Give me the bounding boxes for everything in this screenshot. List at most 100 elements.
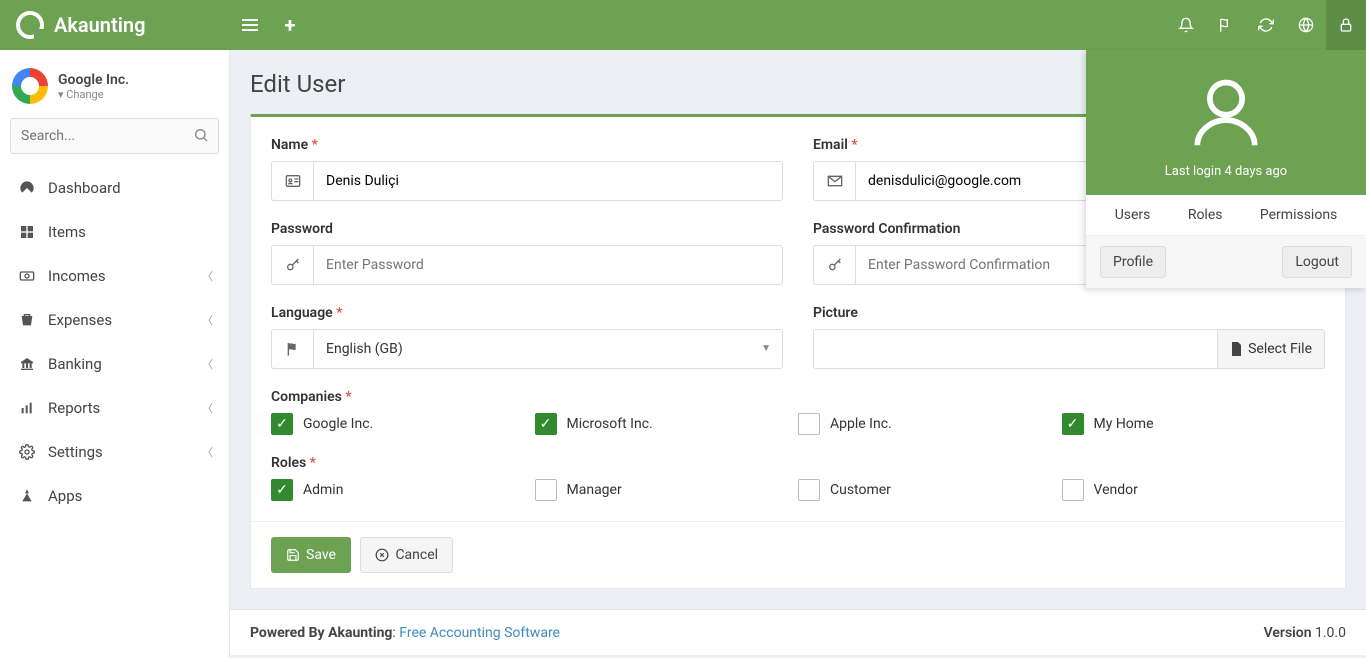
checkbox-label: Admin bbox=[303, 482, 343, 498]
checkbox[interactable] bbox=[1062, 479, 1084, 501]
sidebar-item-label: Expenses bbox=[48, 311, 202, 329]
hamburger-icon bbox=[242, 19, 258, 31]
checkbox-label: Google Inc. bbox=[303, 416, 373, 432]
content: Edit User Name * Email * bbox=[230, 50, 1366, 658]
globe-icon bbox=[1298, 17, 1314, 33]
brand-name: Akaunting bbox=[54, 13, 145, 37]
user-link-permissions[interactable]: Permissions bbox=[1260, 207, 1337, 223]
sidebar-toggle-button[interactable] bbox=[230, 0, 270, 50]
sidebar-item-label: Settings bbox=[48, 443, 202, 461]
sidebar-nav: Dashboard Items Incomes 〈 Expenses 〈 Ban… bbox=[0, 166, 229, 518]
reports-icon bbox=[16, 400, 38, 416]
globe-button[interactable] bbox=[1286, 0, 1326, 50]
company-logo-icon bbox=[12, 68, 48, 104]
avatar-icon bbox=[1183, 70, 1269, 156]
company-option: Apple Inc. bbox=[798, 413, 1062, 435]
role-option: Vendor bbox=[1062, 479, 1326, 501]
name-label: Name * bbox=[271, 137, 783, 153]
save-button[interactable]: Save bbox=[271, 537, 351, 573]
checkbox-label: Customer bbox=[830, 482, 891, 498]
chevron-left-icon: 〈 bbox=[202, 444, 213, 460]
roles-label: Roles * bbox=[271, 455, 1325, 471]
role-option: Manager bbox=[535, 479, 799, 501]
id-card-icon bbox=[271, 161, 313, 201]
notifications-button[interactable] bbox=[1166, 0, 1206, 50]
checkbox-label: Manager bbox=[567, 482, 622, 498]
footer-powered: Powered By Akaunting: Free Accounting So… bbox=[250, 625, 560, 641]
key-icon bbox=[813, 245, 855, 285]
cancel-icon bbox=[375, 548, 389, 562]
picture-filename bbox=[813, 329, 1218, 369]
user-dropdown: Last login 4 days ago Users Roles Permis… bbox=[1086, 50, 1366, 288]
cancel-button[interactable]: Cancel bbox=[360, 537, 453, 573]
expenses-icon bbox=[16, 312, 38, 328]
checkbox[interactable]: ✓ bbox=[535, 413, 557, 435]
picture-label: Picture bbox=[813, 305, 1325, 321]
footer-software-link[interactable]: Free Accounting Software bbox=[399, 625, 560, 641]
company-option: ✓ Google Inc. bbox=[271, 413, 535, 435]
companies-label: Companies * bbox=[271, 389, 1325, 405]
brand[interactable]: Akaunting bbox=[0, 0, 230, 50]
name-input[interactable] bbox=[313, 161, 783, 201]
checkbox-label: Microsoft Inc. bbox=[567, 416, 653, 432]
sidebar-item-banking[interactable]: Banking 〈 bbox=[0, 342, 229, 386]
search-icon bbox=[193, 127, 209, 143]
sidebar: Google Inc. ▾ Change Dashboard Items Inc… bbox=[0, 50, 230, 658]
last-login-text: Last login 4 days ago bbox=[1096, 164, 1356, 179]
topbar-right bbox=[1166, 0, 1366, 50]
language-select[interactable]: English (GB) bbox=[313, 329, 783, 369]
sidebar-item-dashboard[interactable]: Dashboard bbox=[0, 166, 229, 210]
save-icon bbox=[286, 548, 300, 562]
sidebar-search bbox=[10, 118, 219, 154]
profile-button[interactable]: Profile bbox=[1100, 246, 1166, 278]
lock-icon bbox=[1338, 17, 1354, 33]
company-change[interactable]: ▾ Change bbox=[58, 88, 129, 101]
user-menu-button[interactable] bbox=[1326, 0, 1366, 50]
company-option: ✓ My Home bbox=[1062, 413, 1326, 435]
bell-icon bbox=[1178, 17, 1194, 33]
company-name: Google Inc. bbox=[58, 72, 129, 88]
search-input[interactable] bbox=[10, 118, 219, 154]
flag-button[interactable] bbox=[1206, 0, 1246, 50]
user-link-roles[interactable]: Roles bbox=[1188, 207, 1223, 223]
refresh-button[interactable] bbox=[1246, 0, 1286, 50]
select-file-button[interactable]: Select File bbox=[1218, 329, 1325, 369]
checkbox[interactable]: ✓ bbox=[271, 479, 293, 501]
apps-icon bbox=[16, 488, 38, 504]
sidebar-item-label: Incomes bbox=[48, 267, 202, 285]
user-link-users[interactable]: Users bbox=[1115, 207, 1151, 223]
sidebar-item-items[interactable]: Items bbox=[0, 210, 229, 254]
sidebar-item-incomes[interactable]: Incomes 〈 bbox=[0, 254, 229, 298]
language-value: English (GB) bbox=[326, 341, 403, 357]
checkbox[interactable] bbox=[798, 479, 820, 501]
checkbox[interactable]: ✓ bbox=[1062, 413, 1084, 435]
user-dropdown-footer: Profile Logout bbox=[1086, 235, 1366, 288]
key-icon bbox=[271, 245, 313, 285]
checkbox-label: My Home bbox=[1094, 416, 1154, 432]
sidebar-item-label: Items bbox=[48, 223, 213, 241]
chevron-left-icon: 〈 bbox=[202, 356, 213, 372]
file-icon bbox=[1230, 342, 1242, 356]
refresh-icon bbox=[1258, 17, 1274, 33]
sidebar-item-reports[interactable]: Reports 〈 bbox=[0, 386, 229, 430]
sidebar-item-expenses[interactable]: Expenses 〈 bbox=[0, 298, 229, 342]
checkbox-label: Vendor bbox=[1094, 482, 1138, 498]
company-switcher[interactable]: Google Inc. ▾ Change bbox=[12, 68, 217, 104]
checkbox-label: Apple Inc. bbox=[830, 416, 892, 432]
sidebar-item-apps[interactable]: Apps bbox=[0, 474, 229, 518]
password-input[interactable] bbox=[313, 245, 783, 285]
role-option: ✓ Admin bbox=[271, 479, 535, 501]
checkbox[interactable] bbox=[535, 479, 557, 501]
chevron-left-icon: 〈 bbox=[202, 400, 213, 416]
add-new-button[interactable]: + bbox=[270, 0, 310, 50]
chevron-left-icon: 〈 bbox=[202, 268, 213, 284]
sidebar-item-label: Reports bbox=[48, 399, 202, 417]
sidebar-item-settings[interactable]: Settings 〈 bbox=[0, 430, 229, 474]
topbar: Akaunting + bbox=[0, 0, 1366, 50]
topbar-left: + bbox=[230, 0, 310, 50]
checkbox[interactable] bbox=[798, 413, 820, 435]
checkbox[interactable]: ✓ bbox=[271, 413, 293, 435]
footer: Powered By Akaunting: Free Accounting So… bbox=[230, 609, 1366, 655]
incomes-icon bbox=[16, 268, 38, 284]
logout-button[interactable]: Logout bbox=[1282, 246, 1352, 278]
